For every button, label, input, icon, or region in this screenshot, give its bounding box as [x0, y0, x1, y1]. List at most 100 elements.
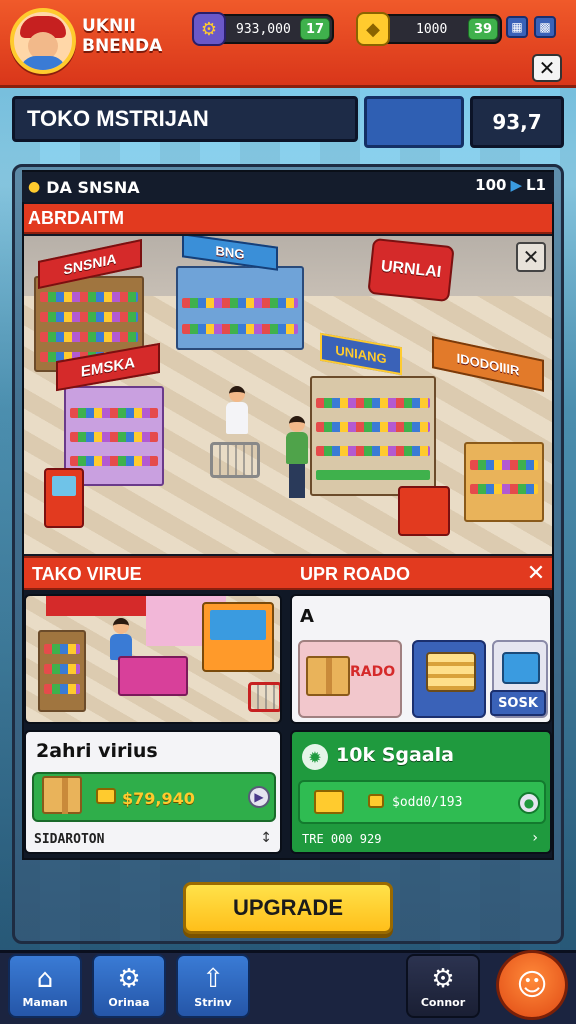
resource-cash: ⚙ 933,000 17: [192, 12, 334, 46]
upgrade-button[interactable]: UPGRADE: [183, 882, 393, 934]
upgrade-item-box[interactable]: RADO: [298, 640, 402, 718]
mini-worker-head: [113, 618, 129, 634]
profile-icon: ☺: [516, 967, 548, 1003]
section-left-label: TAKO VIRUE: [32, 564, 142, 584]
shelf-blue[interactable]: [176, 266, 304, 350]
nav-settings[interactable]: ⚙ Connor: [406, 954, 480, 1018]
stats-card-title: 2ahri virius: [36, 740, 158, 762]
customer-character[interactable]: [286, 416, 308, 498]
shelf-row: [70, 408, 158, 418]
box-icon: [306, 656, 350, 696]
bulb-icon: ●: [28, 179, 41, 195]
cashier-body: [226, 402, 248, 434]
box-icon: [42, 776, 82, 814]
resource-cash-plus-button[interactable]: 17: [300, 18, 330, 40]
store-scene[interactable]: SNSNIA BNG URNLAI EMSKA UNIANG IDODOIIIR: [24, 236, 552, 554]
mini-shelf: [38, 630, 86, 712]
shopping-cart[interactable]: [210, 442, 260, 478]
nav-home[interactable]: ⌂ Maman: [8, 954, 82, 1018]
shelf-row: [40, 292, 138, 302]
resource-gold: ◆ 1000 39: [356, 12, 502, 46]
shop-value: 93,7: [470, 96, 564, 148]
ticket-icon: [314, 790, 344, 814]
shelf-row: [70, 432, 158, 442]
shelf-row: [40, 312, 138, 322]
shelf-right[interactable]: [464, 442, 544, 522]
chevron-right-icon[interactable]: ›: [532, 830, 538, 846]
play-icon: ▶: [510, 176, 522, 194]
cash-icon: ⚙: [192, 12, 226, 46]
shelf-row: [44, 664, 80, 674]
player-name: UKNII BNENDA: [82, 16, 163, 56]
shelf-row: [40, 332, 138, 342]
upgrade-item-stack[interactable]: [412, 640, 486, 718]
shelf-row: [316, 398, 430, 408]
shelf-row: [70, 456, 158, 466]
section-bar: TAKO VIRUE UPR ROADO: [24, 556, 552, 590]
shop-blue-box: [364, 96, 464, 148]
stats-card-value-box[interactable]: $79,940 ▶: [32, 772, 276, 822]
panel-strip-label: ABRDAITM: [28, 207, 124, 228]
shelf-center[interactable]: [310, 376, 436, 496]
section-close-button[interactable]: ✕: [522, 558, 550, 588]
income-card: ✹ 10k Sgaala $odd0/193 ● TRE 000 929 ›: [290, 730, 552, 854]
gear-icon: ✹: [302, 744, 328, 770]
resource-gold-plus-button[interactable]: 39: [468, 18, 498, 40]
nav-upgrades-label: Strinv: [194, 995, 232, 1009]
income-card-value: $odd0/193: [392, 795, 463, 810]
top-close-button[interactable]: ✕: [532, 54, 562, 82]
panel-header-suffix: L1: [526, 176, 546, 194]
stats-card: 2ahri virius $79,940 ▶ SIDAROTON ↕: [24, 730, 282, 854]
shelf-row: [182, 324, 298, 334]
customer-head: [289, 416, 305, 432]
nav-operations[interactable]: ⚙ Orinaa: [92, 954, 166, 1018]
gear-icon: ⚙: [117, 963, 141, 994]
shelf-row: [470, 484, 538, 494]
machine-screen: [52, 476, 76, 496]
nav-settings-label: Connor: [420, 995, 466, 1009]
shelf-row: [470, 460, 538, 470]
coin-icon: [96, 788, 116, 804]
shop-title: TOKO MSTRIJAN: [12, 96, 358, 142]
bottom-nav: [0, 950, 576, 1024]
swap-icon[interactable]: ↕: [260, 830, 272, 846]
panel-header: ● DA SNSNA 100 ▶ L1: [22, 172, 554, 202]
stats-card-value: $79,940: [122, 789, 195, 808]
info-icon[interactable]: ●: [518, 792, 540, 814]
upgrade-card-title: A: [300, 606, 314, 627]
scene-close-button[interactable]: ✕: [516, 242, 546, 272]
stats-icon[interactable]: ▦: [506, 16, 528, 38]
grid-icon[interactable]: ▩: [534, 16, 556, 38]
customer-legs: [289, 464, 305, 498]
nav-operations-label: Orinaa: [108, 995, 150, 1009]
stats-card-footer: SIDAROTON: [34, 832, 105, 847]
mini-store-card[interactable]: [24, 594, 282, 724]
nav-home-label: Maman: [22, 995, 68, 1009]
panel-header-label: DA SNSNA: [46, 177, 140, 197]
profile-button[interactable]: ☺: [496, 950, 568, 1020]
ticket-machine[interactable]: [44, 468, 84, 528]
mini-vending-machine: [202, 602, 274, 672]
mini-cart: [248, 682, 280, 712]
play-icon[interactable]: ▶: [248, 786, 270, 808]
shelf-row: [316, 422, 430, 432]
customer-body: [286, 432, 308, 464]
scene-sign-3: URNLAI: [367, 237, 455, 303]
income-card-footer: TRE 000 929: [302, 832, 382, 846]
panel-strip: ABRDAITM: [24, 204, 552, 234]
stack-icon: [426, 652, 476, 692]
register-counter[interactable]: [398, 486, 450, 536]
income-card-value-box[interactable]: $odd0/193 ●: [298, 780, 546, 824]
panel-header-count: 100: [475, 176, 507, 194]
shelf-row: [316, 446, 430, 456]
nav-upgrades[interactable]: ⇧ Strinv: [176, 954, 250, 1018]
panel-header-right: 100 ▶ L1: [475, 176, 546, 194]
shelf-row: [44, 644, 80, 654]
settings-icon: ⚙: [431, 963, 455, 994]
cashier-character[interactable]: [226, 386, 248, 434]
gold-icon: ◆: [356, 12, 390, 46]
coin-icon: [368, 794, 384, 808]
player-avatar[interactable]: [10, 8, 76, 74]
upgrade-card-button[interactable]: SOSK: [490, 690, 546, 716]
upgrade-item-label: RADO: [350, 664, 396, 680]
